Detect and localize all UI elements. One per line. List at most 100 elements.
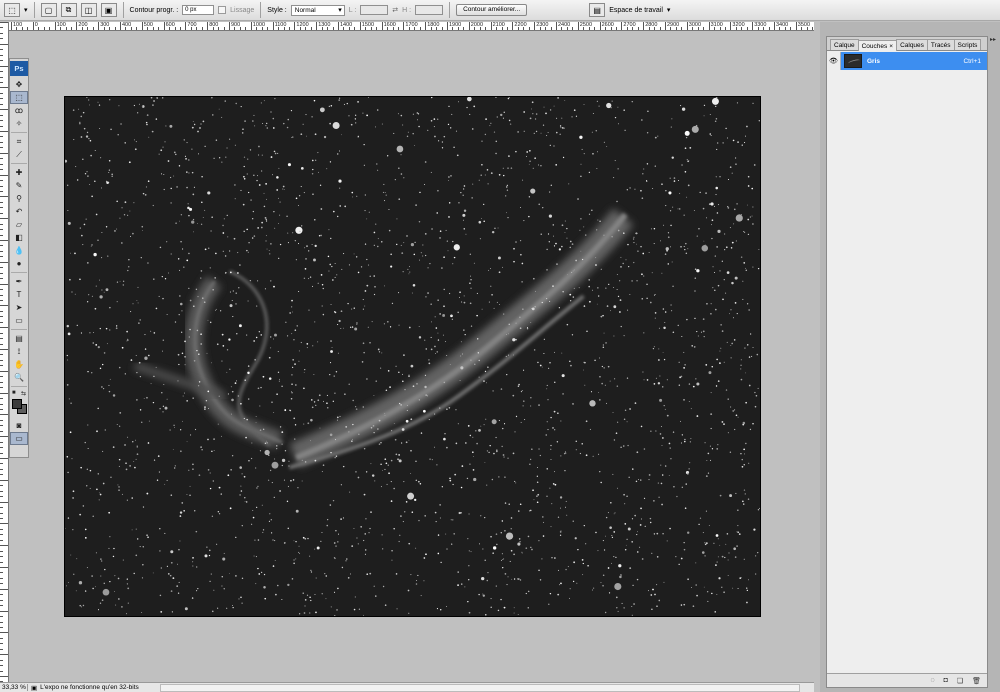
refine-edge-button[interactable]: Contour améliorer... xyxy=(456,4,528,16)
tab-scripts[interactable]: Scripts xyxy=(953,39,982,50)
document-canvas-area[interactable] xyxy=(10,32,814,682)
close-tab-icon[interactable]: × xyxy=(889,43,893,50)
star xyxy=(207,438,209,441)
delete-channel-icon[interactable]: 🗑 xyxy=(972,677,981,685)
channel-item[interactable]: Gris Ctrl+1 xyxy=(841,52,987,70)
star xyxy=(422,409,426,413)
rectangular-marquee-preset-icon[interactable]: ⬚ xyxy=(4,3,20,17)
star xyxy=(621,602,623,605)
star xyxy=(177,592,180,594)
history-brush-tool-icon[interactable]: ↶ xyxy=(10,205,28,218)
slice-tool-icon[interactable]: ⟋ xyxy=(10,148,28,161)
star xyxy=(329,374,331,376)
star xyxy=(319,107,325,113)
add-to-selection-icon[interactable]: ⧉ xyxy=(60,3,77,17)
star xyxy=(748,309,750,311)
ruler-minor-tick xyxy=(245,27,247,30)
preset-arrow-icon[interactable]: ▾ xyxy=(24,6,28,14)
lasso-tool-icon[interactable]: ꝏ xyxy=(10,104,28,117)
star xyxy=(705,217,707,219)
star xyxy=(566,227,568,230)
star xyxy=(309,440,311,442)
star xyxy=(346,102,348,105)
new-selection-icon[interactable]: ▢ xyxy=(40,3,57,17)
zoom-tool-icon[interactable]: 🔍 xyxy=(10,371,28,384)
star xyxy=(408,439,410,441)
star xyxy=(597,151,599,153)
width-input[interactable] xyxy=(360,5,389,15)
workspace-arrow-icon[interactable]: ▾ xyxy=(667,6,671,14)
ruler-major-tick xyxy=(665,22,666,30)
visibility-eye-icon[interactable]: 👁 xyxy=(827,52,841,70)
type-tool-icon[interactable]: T xyxy=(10,288,28,301)
move-tool-icon[interactable]: ✥ xyxy=(10,78,28,91)
star xyxy=(533,277,535,280)
star xyxy=(556,441,559,443)
load-channel-selection-icon[interactable]: ◌ xyxy=(930,677,934,684)
ruler-major-tick xyxy=(163,22,165,30)
star xyxy=(424,183,426,185)
screen-mode-icon[interactable]: ▭ xyxy=(10,432,28,445)
star xyxy=(653,227,656,230)
clone-stamp-tool-icon[interactable]: ⚲ xyxy=(10,192,28,205)
tab-traces[interactable]: Tracés xyxy=(926,39,955,50)
workspace-switcher-icon[interactable]: ▤ xyxy=(589,3,606,17)
default-colors-icon[interactable]: ■ ⇆ xyxy=(10,389,28,397)
star xyxy=(322,400,324,402)
eyedropper-tool-icon[interactable]: ⟟ xyxy=(10,345,28,358)
antialias-checkbox[interactable] xyxy=(218,6,227,14)
star xyxy=(735,492,737,495)
quick-mask-icon[interactable]: ◙ xyxy=(10,419,28,432)
style-select[interactable]: Normal xyxy=(290,4,345,16)
subtract-selection-icon[interactable]: ◫ xyxy=(80,3,97,17)
panel-collapse-strip[interactable]: ▸▸ xyxy=(988,36,1000,66)
star xyxy=(418,480,420,483)
gradient-tool-icon[interactable]: ◧ xyxy=(10,231,28,244)
zoom-level[interactable]: 33,33 % xyxy=(0,684,28,691)
brush-tool-icon[interactable]: ✎ xyxy=(10,179,28,192)
feather-input[interactable]: 0 px xyxy=(182,5,215,15)
hand-tool-icon[interactable]: ✋ xyxy=(10,358,28,371)
tab-couches[interactable]: Couches × xyxy=(857,40,898,51)
horizontal-scrollbar[interactable] xyxy=(160,684,800,692)
star xyxy=(119,425,121,427)
star xyxy=(717,142,719,144)
notes-tool-icon[interactable]: ▤ xyxy=(10,332,28,345)
save-selection-channel-icon[interactable]: ◘ xyxy=(944,677,948,684)
star xyxy=(227,474,230,477)
ruler-vertical[interactable] xyxy=(0,22,9,682)
healing-brush-tool-icon[interactable]: ✚ xyxy=(10,166,28,179)
crop-tool-icon[interactable]: ⌗ xyxy=(10,135,28,148)
star xyxy=(146,123,148,126)
star xyxy=(425,254,427,257)
dodge-tool-icon[interactable]: ● xyxy=(10,257,28,270)
channel-row-gris[interactable]: 👁 Gris Ctrl+1 xyxy=(827,52,987,70)
document-image[interactable] xyxy=(64,96,761,617)
tab-calque[interactable]: Calque xyxy=(830,39,859,50)
eraser-tool-icon[interactable]: ▱ xyxy=(10,218,28,231)
magic-wand-tool-icon[interactable]: ✧ xyxy=(10,117,28,130)
star xyxy=(317,282,319,284)
star xyxy=(315,611,317,614)
star xyxy=(535,130,538,133)
star xyxy=(575,115,578,117)
shape-tool-icon[interactable]: ▭ xyxy=(10,314,28,327)
new-channel-icon[interactable]: ❏ xyxy=(957,677,963,685)
swap-dimensions-icon[interactable]: ⇄ xyxy=(392,6,398,14)
height-input[interactable] xyxy=(415,5,444,15)
pen-tool-icon[interactable]: ✒ xyxy=(10,275,28,288)
star xyxy=(390,481,392,483)
workspace-menu[interactable]: Espace de travail xyxy=(609,7,663,14)
star xyxy=(274,97,276,100)
status-info-icon[interactable]: ▣ xyxy=(28,684,40,692)
intersect-selection-icon[interactable]: ▣ xyxy=(100,3,117,17)
star xyxy=(643,379,645,381)
tab-calques[interactable]: Calques xyxy=(896,39,928,50)
star xyxy=(595,264,597,266)
path-selection-tool-icon[interactable]: ➤ xyxy=(10,301,28,314)
collapse-arrows-icon[interactable]: ▸▸ xyxy=(988,36,1000,43)
rectangular-marquee-tool-icon[interactable]: ⬚ xyxy=(10,91,28,104)
foreground-color-swatch[interactable] xyxy=(12,399,22,409)
ruler-horizontal[interactable]: 100 0 100 200 300 400 500 600 700 800 900 1000 1100 1… xyxy=(9,22,814,31)
blur-tool-icon[interactable]: 💧 xyxy=(10,244,28,257)
